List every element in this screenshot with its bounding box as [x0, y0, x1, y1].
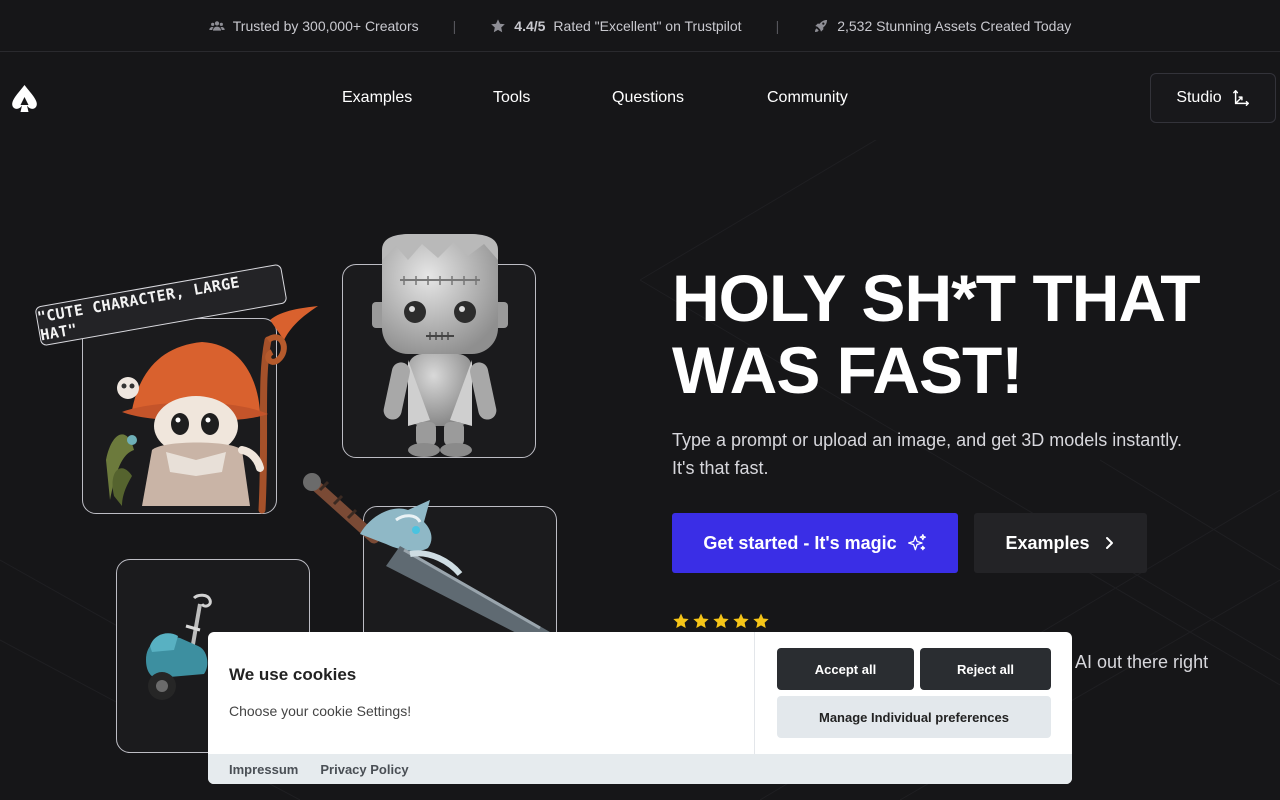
assets-stat: 2,532 Stunning Assets Created Today	[813, 18, 1071, 34]
hero-subtitle: Type a prompt or upload an image, and ge…	[672, 426, 1252, 482]
subtitle-line-1: Type a prompt or upload an image, and ge…	[672, 430, 1182, 450]
manage-preferences-button[interactable]: Manage Individual preferences	[777, 696, 1051, 738]
rating-value: 4.4/5	[514, 17, 546, 34]
cookie-info: We use cookies Choose your cookie Settin…	[208, 632, 755, 754]
star-icon	[733, 613, 749, 629]
examples-button-label: Examples	[1005, 532, 1090, 553]
reject-all-button[interactable]: Reject all	[920, 648, 1051, 690]
cookie-footer: Impressum Privacy Policy	[208, 754, 1072, 784]
wizard-model	[106, 306, 318, 514]
rating-stars	[672, 612, 770, 630]
nav-community[interactable]: Community	[767, 89, 848, 107]
frankenstein-model	[372, 234, 508, 457]
cookie-banner: We use cookies Choose your cookie Settin…	[208, 632, 1072, 784]
impressum-link[interactable]: Impressum	[229, 762, 298, 777]
sword-model	[303, 473, 550, 640]
privacy-policy-link[interactable]: Privacy Policy	[320, 762, 408, 777]
rating-text: Rated "Excellent" on Trustpilot	[553, 17, 742, 34]
rating-stat[interactable]: 4.4/5 Rated "Excellent" on Trustpilot	[490, 17, 742, 34]
assets-text: 2,532 Stunning Assets Created Today	[837, 17, 1072, 34]
trust-bar: Trusted by 300,000+ Creators | 4.4/5 Rat…	[0, 0, 1280, 52]
creators-stat: Trusted by 300,000+ Creators	[209, 18, 419, 34]
star-icon	[693, 613, 709, 629]
main-nav: Examples Tools Questions Community	[0, 89, 1280, 109]
accept-all-button[interactable]: Accept all	[777, 648, 914, 690]
examples-button[interactable]: Examples	[974, 513, 1147, 573]
cookie-title: We use cookies	[229, 665, 357, 684]
cookie-text: Choose your cookie Settings!	[229, 703, 412, 719]
headline-line-2: WAS FAST!	[672, 333, 1023, 407]
get-started-label: Get started - It's magic	[703, 532, 897, 553]
studio-button[interactable]: Studio	[1150, 73, 1276, 123]
star-icon	[713, 613, 729, 629]
star-icon	[753, 613, 769, 629]
users-icon	[209, 20, 225, 31]
nav-questions[interactable]: Questions	[612, 89, 684, 107]
nav-examples[interactable]: Examples	[342, 89, 412, 107]
hero-headline: HOLY SH*T THAT WAS FAST!	[672, 262, 1272, 406]
get-started-button[interactable]: Get started - It's magic	[672, 513, 958, 573]
rocket-icon	[815, 19, 828, 32]
sparkles-icon	[907, 534, 926, 551]
divider: |	[452, 17, 457, 34]
creators-text: Trusted by 300,000+ Creators	[232, 17, 419, 34]
nav-tools[interactable]: Tools	[493, 89, 530, 107]
axis-icon	[1232, 90, 1249, 106]
subtitle-line-2: It's that fast.	[672, 458, 769, 478]
chevron-right-icon	[1105, 537, 1113, 549]
headline-line-1: HOLY SH*T THAT	[672, 261, 1201, 335]
star-icon	[673, 613, 689, 629]
partial-review-text: AI out there right	[1075, 652, 1209, 672]
divider: |	[775, 17, 780, 34]
star-icon	[491, 18, 506, 32]
studio-label: Studio	[1176, 89, 1222, 106]
